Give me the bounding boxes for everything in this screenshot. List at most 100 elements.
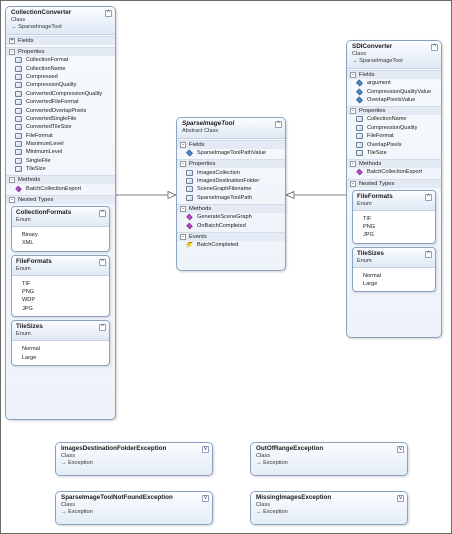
property-item[interactable]: TileSize [6, 165, 115, 173]
collapse-icon[interactable]: ^ [99, 209, 106, 217]
collapse-section-icon[interactable]: - [350, 180, 356, 187]
expand-icon[interactable]: v [397, 446, 404, 453]
property-icon [15, 73, 22, 80]
property-item-label: ConvertedOverlapPixels [26, 107, 87, 114]
property-icon [186, 169, 193, 176]
property-item[interactable]: CompressionQuality [6, 81, 115, 89]
nested-enum-header: CollectionFormats Enum ^ [12, 206, 109, 227]
property-item[interactable]: Compressed [6, 73, 115, 81]
property-item[interactable]: FileFormat [347, 132, 441, 140]
section-nested-types[interactable]: - Nested Types [347, 178, 441, 188]
collapse-section-icon[interactable]: - [180, 161, 186, 168]
event-item[interactable]: BatchCompleted [177, 241, 285, 249]
collapse-icon[interactable]: ^ [99, 258, 106, 266]
collapse-icon[interactable]: ^ [99, 324, 106, 332]
property-item[interactable]: CollectionName [6, 64, 115, 72]
class-sdiconverter[interactable]: SDIConverter Class → SparseImageTool ^ -… [346, 40, 442, 338]
property-item[interactable]: MaximumLevel [6, 140, 115, 148]
field-item-label: SparseImageToolPathValue [197, 150, 266, 157]
section-properties[interactable]: - Properties [177, 159, 285, 169]
nested-enum[interactable]: FileFormats Enum ^ TIF PNG JPG [352, 189, 436, 244]
property-item[interactable]: ImagesDestinationFolder [177, 177, 285, 185]
section-methods[interactable]: - Methods [6, 175, 115, 185]
property-item[interactable]: TileSize [347, 149, 441, 157]
enum-member: PNG [22, 289, 35, 296]
collapse-section-icon[interactable]: - [350, 108, 356, 115]
section-fields[interactable]: - Fields [347, 70, 441, 79]
section-fields[interactable]: + Fields [6, 36, 115, 45]
nested-enum[interactable]: CollectionFormats Enum ^ Binary XML [11, 205, 110, 252]
property-item-label: ConvertedFileFormat [26, 99, 79, 106]
property-item[interactable]: CollectionFormat [6, 56, 115, 64]
property-item[interactable]: FileFormat [6, 132, 115, 140]
collapse-icon[interactable]: ^ [425, 250, 432, 258]
collapse-icon[interactable]: ^ [275, 121, 282, 128]
section-nested-types[interactable]: - Nested Types [6, 194, 115, 204]
section-properties[interactable]: - Properties [6, 47, 115, 56]
property-item[interactable]: CollectionName [347, 115, 441, 123]
nested-enum[interactable]: FileFormats Enum ^ TIF PNG WDP JPG [11, 254, 110, 318]
section-methods[interactable]: - Methods [347, 159, 441, 169]
collapse-section-icon[interactable]: - [9, 177, 15, 184]
collapse-icon[interactable]: ^ [425, 193, 432, 201]
property-item[interactable]: ImagesCollection [177, 168, 285, 176]
field-item-label: CompressionQualityValue [367, 88, 432, 95]
field-item[interactable]: CompressionQualityValue [347, 87, 441, 96]
property-item[interactable]: ConvertedOverlapPixels [6, 106, 115, 114]
expand-icon[interactable]: v [202, 495, 209, 502]
property-item[interactable]: OverlapPixels [347, 140, 441, 148]
expand-icon[interactable]: + [9, 38, 15, 44]
collapse-icon[interactable]: ^ [431, 44, 438, 51]
property-item[interactable]: ConvertedSingleFile [6, 115, 115, 123]
field-item[interactable]: SparseImageToolPathValue [177, 149, 285, 157]
enum-member: Binary [22, 231, 38, 238]
class-name: OutOfRangeException [256, 445, 324, 452]
class-base: → SparseImageTool [11, 24, 62, 30]
class-exception[interactable]: OutOfRangeException Class → Exception v [250, 442, 408, 476]
nested-enum[interactable]: TileSizes Enum ^ Normal Large [352, 246, 436, 293]
nested-enum-header: FileFormats Enum ^ [12, 255, 109, 276]
collapse-section-icon[interactable]: - [180, 142, 186, 148]
class-base: → Exception [61, 460, 93, 466]
expand-icon[interactable]: v [397, 495, 404, 502]
property-item[interactable]: SceneGraphFilename [177, 185, 285, 193]
section-events[interactable]: - Events [177, 231, 285, 241]
collapse-section-icon[interactable]: - [350, 161, 356, 168]
property-item[interactable]: ConvertedTileSize [6, 123, 115, 131]
collapse-section-icon[interactable]: - [180, 233, 186, 240]
section-methods[interactable]: - Methods [177, 203, 285, 213]
method-item[interactable]: OnBatchCompleted [177, 221, 285, 229]
section-fields[interactable]: - Fields [177, 140, 285, 149]
property-item-label: OverlapPixels [367, 141, 402, 148]
collapse-icon[interactable]: ^ [105, 10, 112, 17]
class-name: CollectionConverter [11, 9, 72, 16]
collapse-section-icon[interactable]: - [9, 49, 15, 55]
property-item-label: ConvertedSingleFile [26, 115, 77, 122]
field-item[interactable]: OverlapPixelsValue [347, 96, 441, 104]
method-item-label: GenerateSceneGraph [197, 214, 252, 221]
class-exception[interactable]: MissingImagesException Class → Exception… [250, 491, 408, 525]
nested-enum[interactable]: TileSizes Enum ^ Normal Large [11, 320, 110, 366]
class-sparseimagetool[interactable]: SparseImageTool Abstract Class ^ - Fields… [176, 117, 286, 271]
class-collectionconverter[interactable]: CollectionConverter Class → SparseImageT… [5, 6, 116, 420]
collapse-section-icon[interactable]: - [180, 205, 186, 212]
method-item[interactable]: BatchCollectionExport [347, 168, 441, 176]
method-item[interactable]: BatchCollectionExport [6, 184, 115, 192]
field-item-label: OverlapPixelsValue [367, 96, 416, 103]
class-exception[interactable]: ImagesDestinationFolderException Class →… [55, 442, 213, 476]
property-item[interactable]: ConvertedCompressionQuality [6, 90, 115, 98]
method-item[interactable]: GenerateSceneGraph [177, 213, 285, 221]
class-exception[interactable]: SparseImageToolNotFoundException Class →… [55, 491, 213, 525]
section-properties[interactable]: - Properties [347, 106, 441, 116]
field-item[interactable]: argument [347, 79, 441, 87]
property-item[interactable]: CompressionQuality [347, 124, 441, 132]
property-item[interactable]: SparseImageToolPath [177, 194, 285, 202]
collapse-section-icon[interactable]: - [9, 196, 15, 203]
expand-icon[interactable]: v [202, 446, 209, 453]
property-item[interactable]: SingleFile [6, 157, 115, 165]
collapse-section-icon[interactable]: - [350, 72, 356, 78]
class-name: SparseImageTool [182, 120, 235, 127]
nested-enum-header: FileFormats Enum ^ [353, 190, 435, 211]
property-item[interactable]: ConvertedFileFormat [6, 98, 115, 106]
property-item[interactable]: MinimumLevel [6, 148, 115, 156]
